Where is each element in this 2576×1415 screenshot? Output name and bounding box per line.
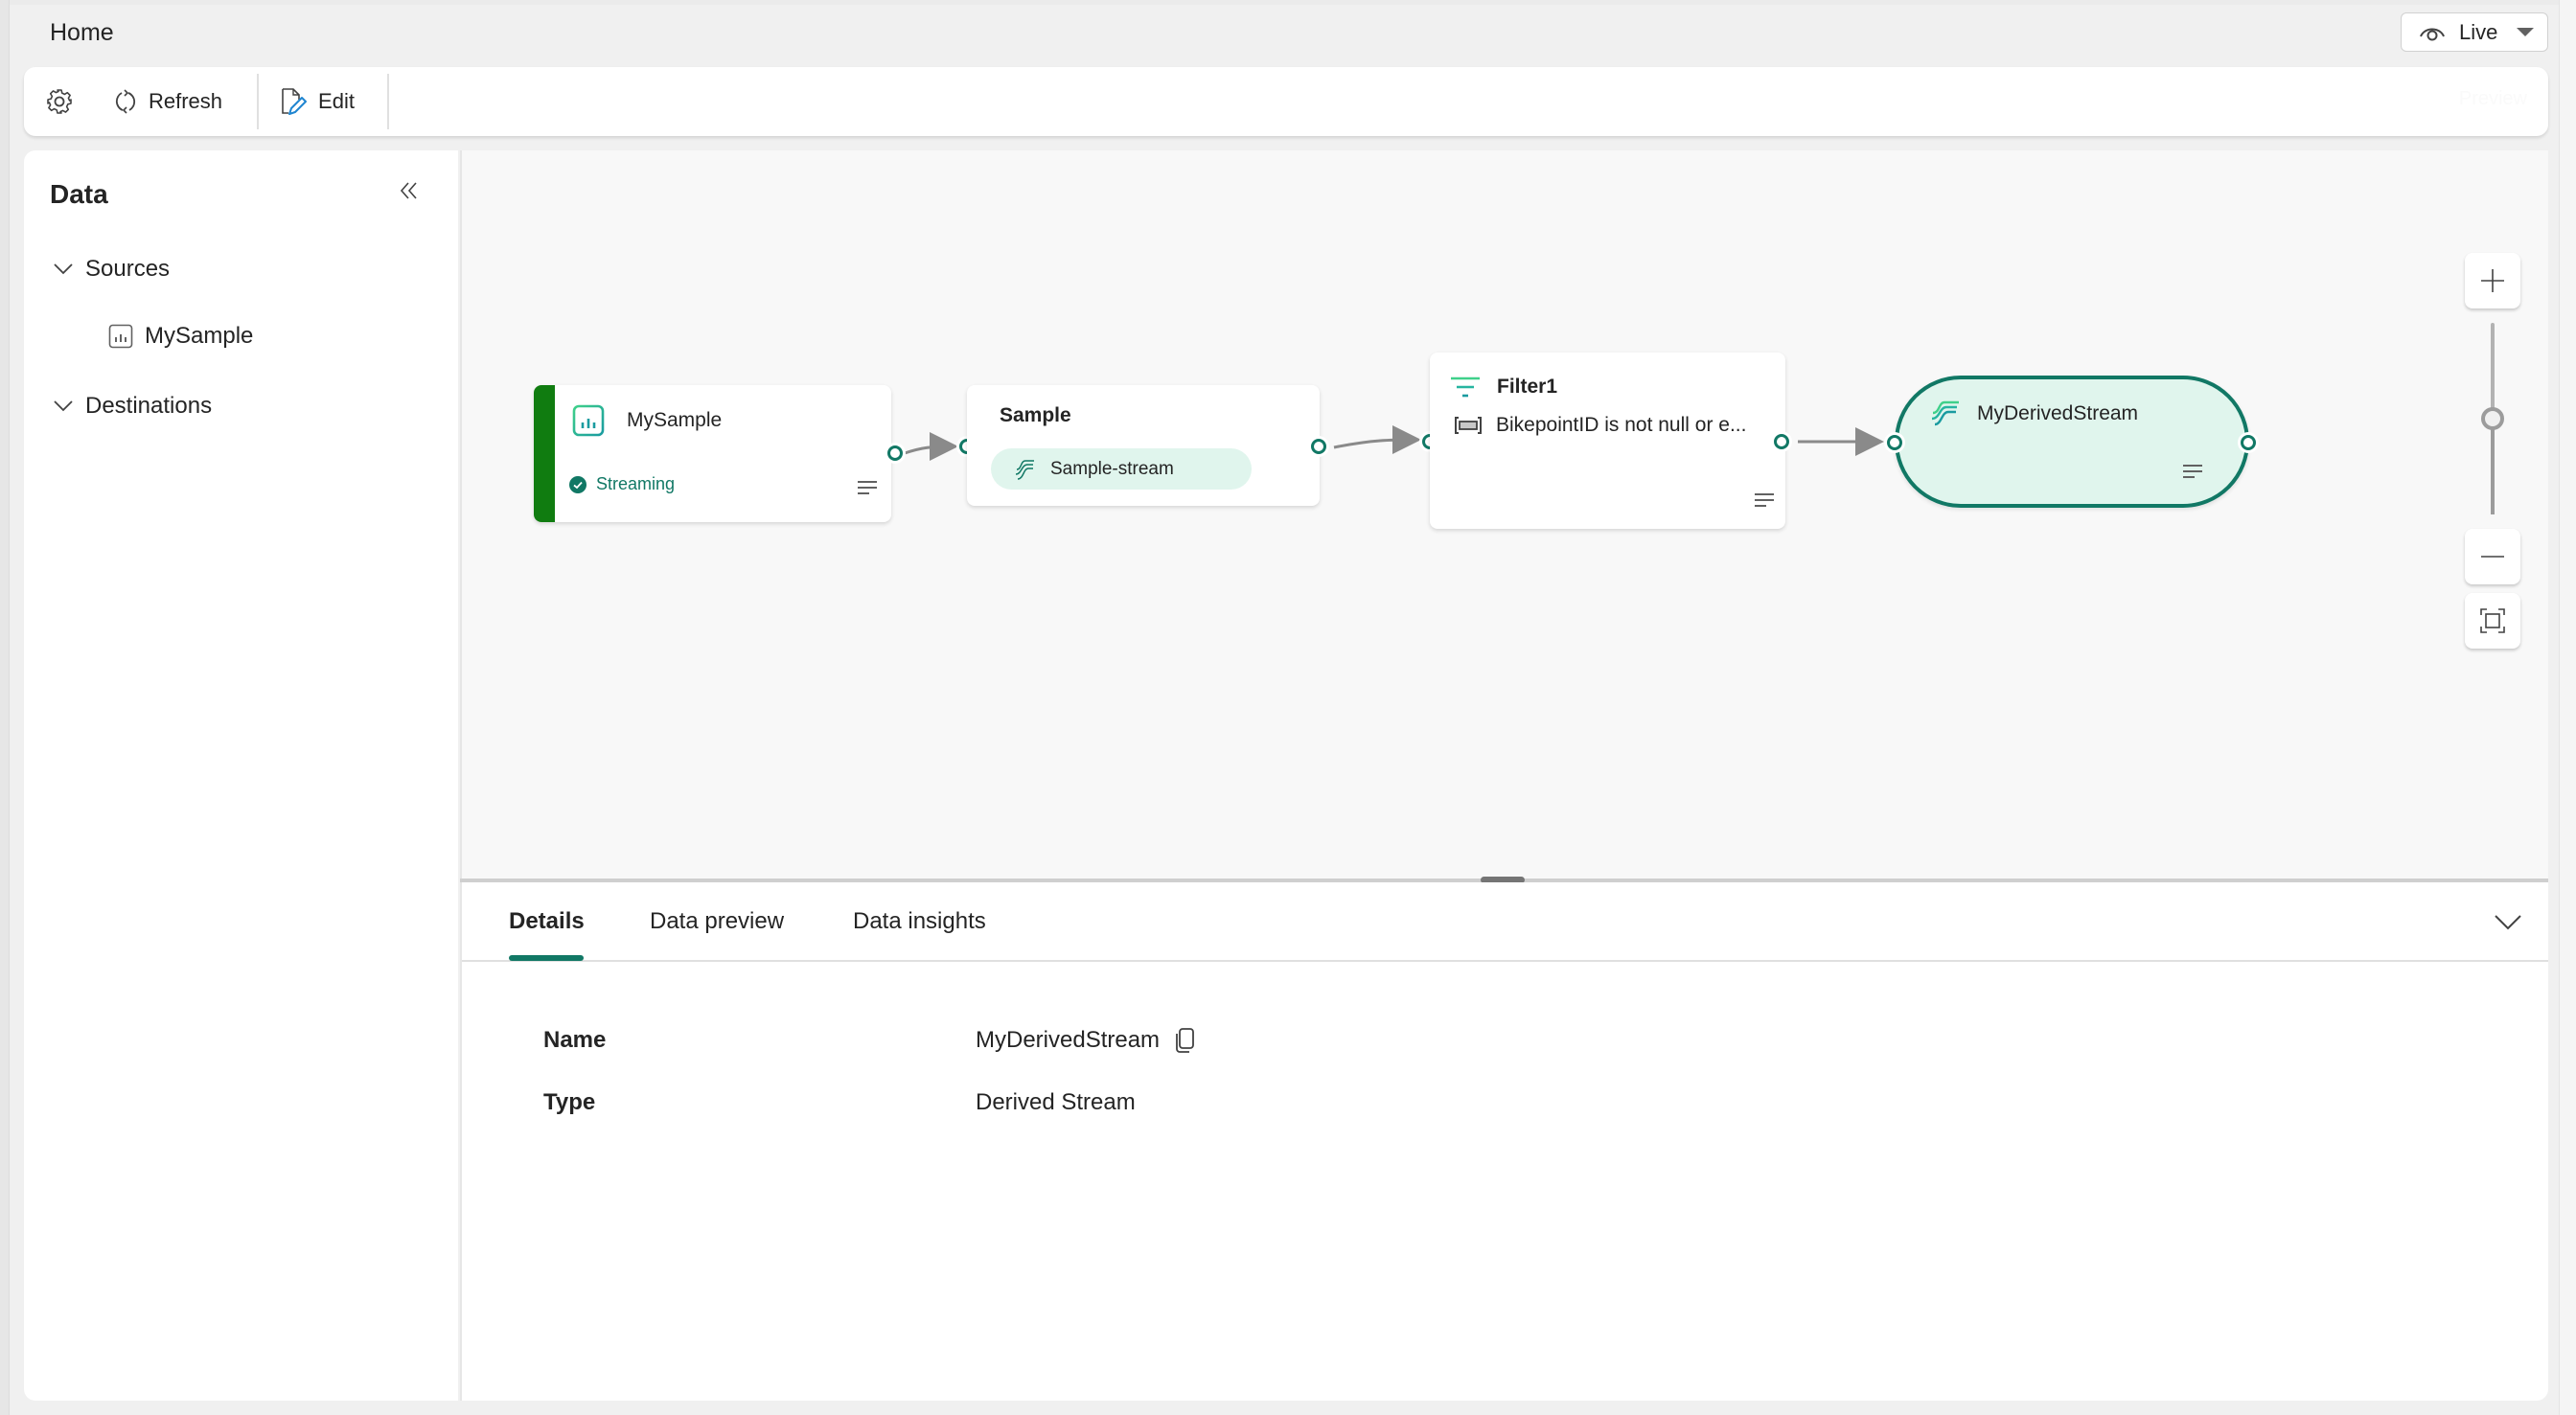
detail-label-name: Name (543, 1027, 607, 1053)
fit-to-screen-icon (2480, 608, 2505, 633)
node-output-port[interactable] (1771, 431, 1792, 452)
minus-icon (2481, 556, 2504, 558)
chevron-down-icon (54, 263, 73, 275)
tab-data-preview[interactable]: Data preview (650, 908, 784, 935)
eye-icon (2420, 28, 2445, 40)
node-menu-icon[interactable] (2181, 463, 2204, 480)
source-status-bar (534, 385, 555, 522)
copy-icon[interactable] (1175, 1027, 1196, 1054)
tree-section-label: Sources (85, 256, 171, 282)
node-input-port[interactable] (1884, 432, 1905, 453)
chevron-down-icon (54, 400, 73, 412)
tree-section-destinations[interactable]: Destinations (53, 393, 212, 420)
edit-label: Edit (318, 89, 355, 113)
tab-details-active-indicator (509, 955, 584, 961)
zoom-in-button[interactable] (2465, 253, 2520, 308)
stream-pill[interactable]: Sample-stream (991, 448, 1252, 490)
edge-sample-to-filter1 (1333, 425, 1421, 455)
tree-section-sources[interactable]: Sources (53, 256, 170, 283)
edit-button[interactable]: Edit (280, 67, 355, 136)
details-pane: Details Data preview Data insights Name … (460, 882, 2548, 1401)
flow-canvas[interactable]: MySample Streaming Sample Sample-stream (460, 150, 2548, 880)
node-output-port[interactable] (2238, 432, 2259, 453)
view-mode-dropdown[interactable]: Live (2401, 12, 2548, 52)
edge-mysample-to-sample (904, 432, 958, 462)
faded-preview-label: Preview (2458, 88, 2527, 109)
detail-value-text: Derived Stream (976, 1089, 1136, 1115)
chart-source-icon (108, 324, 133, 349)
node-title: Filter1 (1497, 376, 1558, 398)
edit-icon (282, 88, 308, 115)
detail-value-text: MyDerivedStream (976, 1027, 1161, 1053)
node-title: MySample (627, 409, 723, 431)
node-sample[interactable]: Sample Sample-stream (967, 385, 1320, 506)
refresh-label: Refresh (149, 89, 223, 113)
toolbar-divider (386, 74, 389, 129)
node-status-label: Streaming (596, 474, 676, 493)
stream-pill-label: Sample-stream (1050, 458, 1174, 479)
zoom-out-button[interactable] (2465, 529, 2520, 584)
refresh-button[interactable]: Refresh (114, 67, 222, 136)
stream-icon (1015, 459, 1034, 480)
detail-label-type: Type (543, 1089, 596, 1115)
toolbar-divider (257, 74, 260, 129)
filter-condition: BikepointID is not null or e... (1454, 414, 1746, 437)
detail-value-name: MyDerivedStream (976, 1027, 1196, 1054)
stream-icon (1931, 400, 1959, 426)
tab-home[interactable]: Home (42, 13, 122, 75)
node-title: Sample (1000, 404, 1071, 426)
tree-section-label: Destinations (85, 393, 213, 419)
refresh-icon (115, 89, 136, 114)
window-top-edge (10, 0, 2576, 5)
filter-icon (1451, 377, 1480, 398)
field-icon (1455, 417, 1482, 434)
zoom-slider-thumb[interactable] (2481, 407, 2504, 430)
tree-item-mysample[interactable]: MySample (108, 323, 253, 350)
node-menu-icon[interactable] (1753, 491, 1776, 509)
node-myderivedstream[interactable]: MyDerivedStream (1895, 376, 2249, 508)
node-output-port[interactable] (1308, 436, 1329, 457)
filter-condition-text: BikepointID is not null or e... (1496, 414, 1747, 436)
chevron-down-icon[interactable] (2494, 914, 2522, 931)
node-title: MyDerivedStream (1977, 402, 2139, 424)
view-mode-label: Live (2459, 19, 2498, 44)
node-menu-icon[interactable] (856, 479, 879, 496)
node-filter1[interactable]: Filter1 BikepointID is not null or e... (1430, 353, 1785, 529)
chart-source-icon (572, 404, 605, 437)
detail-value-type: Derived Stream (976, 1089, 1136, 1116)
plus-icon (2481, 269, 2504, 292)
node-output-port[interactable] (885, 443, 906, 464)
node-mysample[interactable]: MySample Streaming (534, 385, 891, 522)
data-panel: Data Sources MySample Destinations (24, 150, 458, 1401)
scrollbar-gutter (2559, 0, 2576, 1415)
data-panel-title: Data (50, 179, 108, 209)
caret-down-icon (2517, 28, 2535, 36)
gear-icon[interactable] (45, 87, 74, 116)
node-status: Streaming (569, 474, 675, 494)
tab-details[interactable]: Details (509, 908, 585, 935)
toolbar: Refresh Edit Preview (24, 67, 2548, 136)
details-tabs: Details Data preview Data insights (462, 882, 2548, 962)
window-edge (0, 0, 10, 1415)
zoom-slider-fill (2491, 419, 2495, 514)
tab-data-insights[interactable]: Data insights (853, 908, 986, 935)
tree-item-label: MySample (145, 323, 254, 349)
check-circle-icon (569, 475, 586, 493)
double-chevron-left-icon[interactable] (398, 179, 421, 202)
fit-to-screen-button[interactable] (2465, 593, 2520, 649)
